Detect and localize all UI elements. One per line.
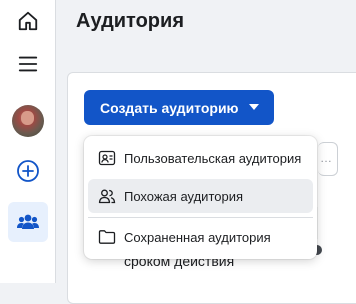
lookalike-audience-icon <box>98 187 116 205</box>
menu-item-label: Сохраненная аудитория <box>124 229 271 245</box>
menu-button[interactable] <box>8 44 48 84</box>
menu-divider <box>88 217 313 218</box>
account-button[interactable] <box>8 101 48 141</box>
menu-item-label: Похожая аудитория <box>124 188 244 204</box>
folder-icon <box>98 228 116 246</box>
home-icon <box>18 11 38 31</box>
create-audience-button[interactable]: Создать аудиторию <box>84 90 274 125</box>
home-button[interactable] <box>8 1 48 41</box>
create-button[interactable] <box>8 151 48 191</box>
create-audience-label: Создать аудиторию <box>100 99 239 116</box>
left-sidebar <box>0 0 56 283</box>
caret-down-icon <box>249 104 259 110</box>
menu-item-custom-audience[interactable]: Пользовательская аудитория <box>88 141 313 175</box>
menu-item-lookalike-audience[interactable]: Похожая аудитория <box>88 179 313 213</box>
avatar <box>12 105 44 137</box>
menu-item-saved-audience[interactable]: Сохраненная аудитория <box>88 220 313 254</box>
sidebar-item-audience[interactable] <box>8 202 48 242</box>
audience-icon <box>17 214 39 229</box>
search-input-partial[interactable]: … <box>318 142 338 176</box>
plus-circle-icon <box>17 160 39 182</box>
menu-icon <box>18 56 38 72</box>
custom-audience-icon <box>98 149 116 167</box>
page-title: Аудитория <box>76 10 184 32</box>
create-audience-menu: Пользовательская аудитория Похожая аудит… <box>84 136 317 259</box>
menu-item-label: Пользовательская аудитория <box>124 150 302 166</box>
